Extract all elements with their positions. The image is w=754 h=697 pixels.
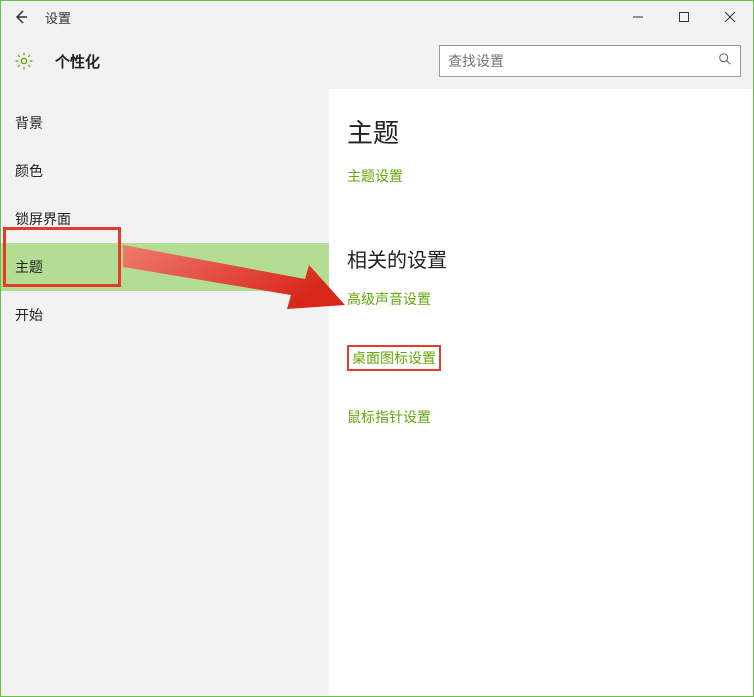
- sidebar-item-start[interactable]: 开始: [1, 291, 329, 339]
- sidebar-item-label: 锁屏界面: [15, 209, 71, 229]
- link-mouse-pointer[interactable]: 鼠标指针设置: [347, 407, 431, 427]
- sidebar-item-themes[interactable]: 主题: [1, 243, 329, 291]
- search-box[interactable]: [439, 45, 741, 77]
- search-input[interactable]: [448, 53, 718, 69]
- maximize-button[interactable]: [661, 1, 707, 33]
- sidebar-item-label: 主题: [15, 257, 43, 277]
- sidebar-item-colors[interactable]: 颜色: [1, 147, 329, 195]
- sidebar-item-label: 背景: [15, 113, 43, 133]
- sidebar-item-label: 开始: [15, 305, 43, 325]
- settings-gear-icon: [11, 51, 37, 71]
- minimize-button[interactable]: [615, 1, 661, 33]
- maximize-icon: [678, 11, 690, 23]
- sidebar-item-label: 颜色: [15, 161, 43, 181]
- header-row: 个性化: [1, 33, 753, 89]
- link-theme-settings[interactable]: 主题设置: [347, 166, 403, 186]
- body: 背景 颜色 锁屏界面 主题 开始 主题 主题设置 相关的设置 高级声音设置 桌面…: [1, 89, 753, 696]
- back-button[interactable]: [1, 9, 41, 25]
- sidebar: 背景 颜色 锁屏界面 主题 开始: [1, 89, 329, 696]
- content-pane: 主题 主题设置 相关的设置 高级声音设置 桌面图标设置 鼠标指针设置: [329, 89, 753, 696]
- sidebar-item-lockscreen[interactable]: 锁屏界面: [1, 195, 329, 243]
- page-heading-related: 相关的设置: [347, 244, 735, 273]
- window-controls: [615, 1, 753, 33]
- link-desktop-icon-settings[interactable]: 桌面图标设置: [347, 345, 441, 371]
- page-heading-themes: 主题: [347, 113, 735, 150]
- title-bar: 设置: [1, 1, 753, 33]
- search-icon: [718, 52, 732, 71]
- close-button[interactable]: [707, 1, 753, 33]
- settings-window: 设置 个性化 背景 颜色: [0, 0, 754, 697]
- category-title: 个性化: [55, 51, 100, 72]
- window-title: 设置: [45, 8, 71, 27]
- sidebar-item-background[interactable]: 背景: [1, 99, 329, 147]
- minimize-icon: [632, 11, 644, 23]
- close-icon: [724, 11, 736, 23]
- back-arrow-icon: [13, 9, 29, 25]
- link-advanced-sound[interactable]: 高级声音设置: [347, 289, 431, 309]
